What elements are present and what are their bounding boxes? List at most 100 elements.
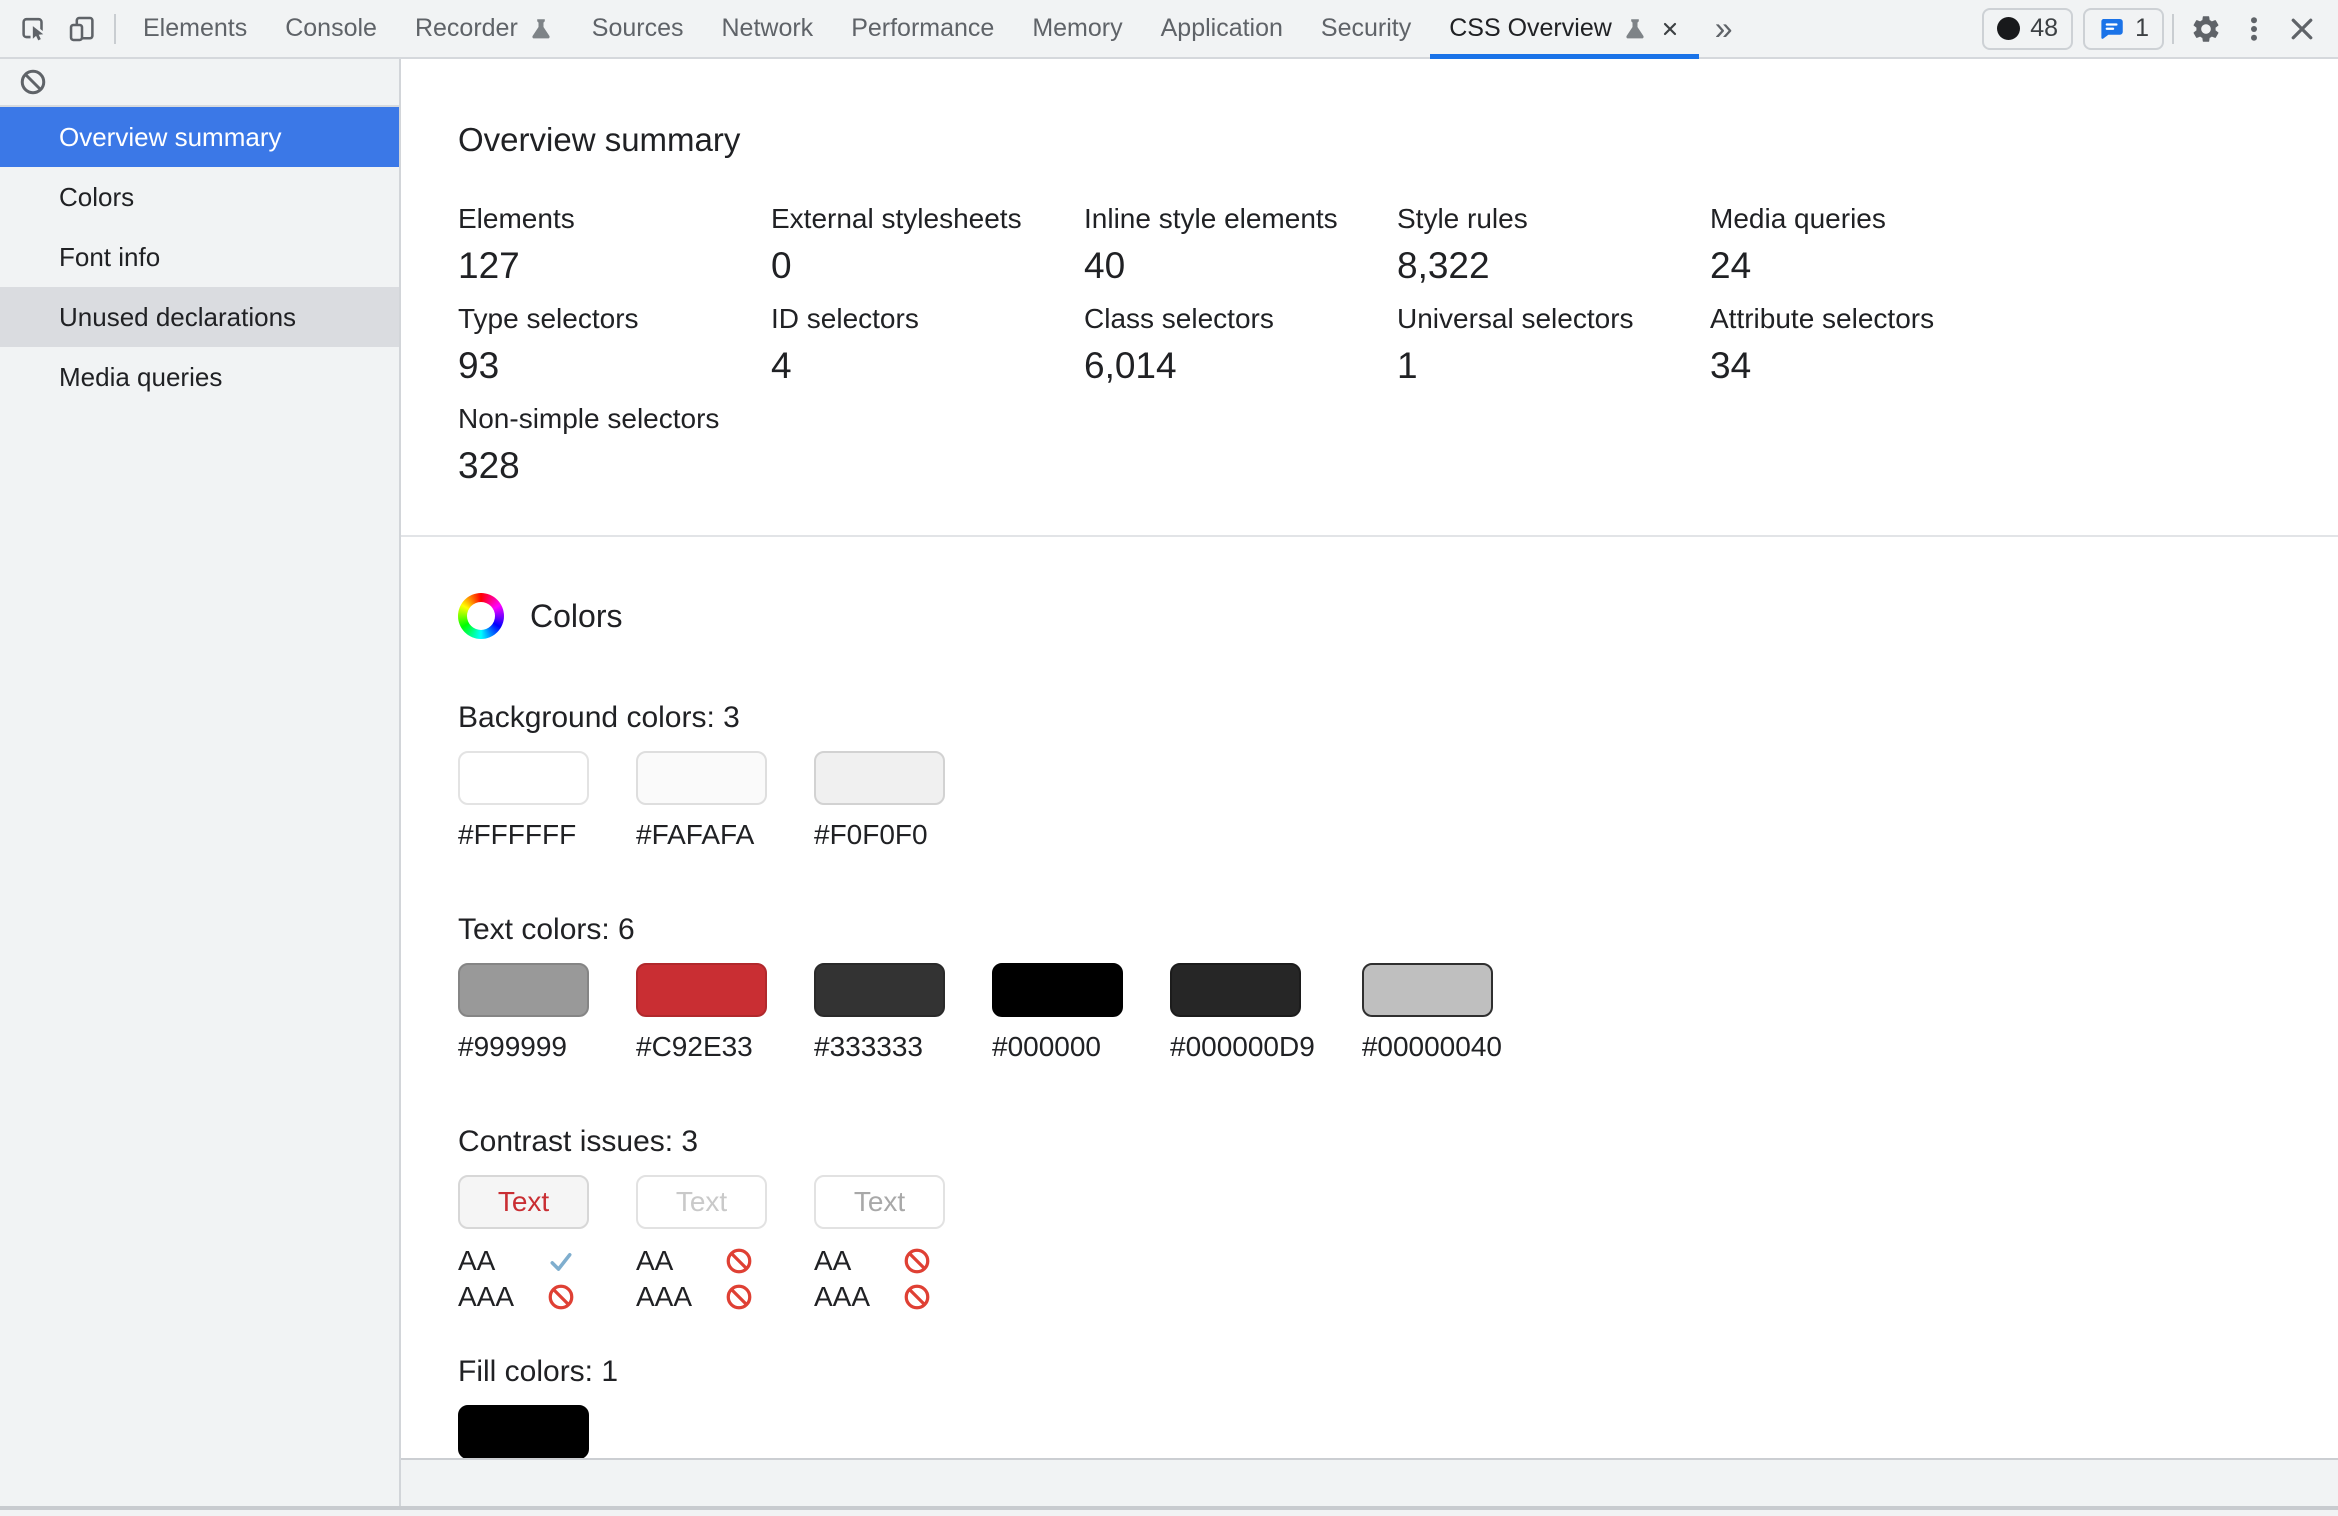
- sidebar-item-unused-declarations[interactable]: Unused declarations: [0, 287, 399, 347]
- tab-application[interactable]: Application: [1142, 0, 1302, 57]
- color-swatch-item: #333333: [814, 963, 945, 1063]
- toolbar-separator: [114, 14, 116, 44]
- close-devtools-button[interactable]: [2278, 14, 2326, 44]
- section-divider: [401, 535, 2338, 537]
- sidebar-item-colors[interactable]: Colors: [0, 167, 399, 227]
- tab-label: Performance: [851, 14, 994, 43]
- more-tabs-button[interactable]: »: [1699, 0, 1749, 57]
- tab-css-overview[interactable]: CSS Overview: [1430, 0, 1699, 57]
- contrast-sample[interactable]: Text: [458, 1175, 589, 1229]
- experiment-flask-icon: [528, 16, 554, 42]
- sidebar-item-label: Media queries: [59, 362, 222, 393]
- error-count: 48: [2030, 14, 2058, 43]
- stat-non-simple-selectors: Non-simple selectors328: [458, 403, 771, 487]
- contrast-ratings: AA AAA: [458, 1243, 589, 1315]
- tab-label: CSS Overview: [1449, 14, 1612, 43]
- color-swatch[interactable]: [1362, 963, 1493, 1017]
- close-tab-button[interactable]: [1660, 19, 1680, 39]
- stat-media-queries: Media queries24: [1710, 203, 2023, 287]
- swatch-hex-label: #FAFAFA: [636, 819, 767, 851]
- tab-console[interactable]: Console: [266, 0, 396, 57]
- stat-label: Attribute selectors: [1710, 303, 2023, 335]
- css-overview-sidebar: Overview summary Colors Font info Unused…: [0, 59, 401, 1516]
- tab-recorder[interactable]: Recorder: [396, 0, 573, 57]
- devtools-toolbar: Elements Console Recorder Sources Networ…: [0, 0, 2338, 59]
- color-swatch-item: #000000D9: [1170, 963, 1315, 1063]
- aaa-label: AAA: [636, 1281, 724, 1313]
- tab-sources[interactable]: Sources: [573, 0, 703, 57]
- stat-label: Non-simple selectors: [458, 403, 771, 435]
- swatch-hex-label: #000000D9: [1170, 1031, 1315, 1063]
- contrast-issues-label: Contrast issues: 3: [458, 1125, 2338, 1159]
- stat-universal-selectors: Universal selectors1: [1397, 303, 1710, 387]
- issues-bubble-icon: [2098, 15, 2125, 42]
- tab-label: Network: [722, 14, 814, 43]
- text-colors-row: #999999 #C92E33 #333333 #000000 #000000D…: [458, 963, 2338, 1063]
- issue-count: 1: [2135, 14, 2149, 43]
- tab-network[interactable]: Network: [703, 0, 833, 57]
- sidebar-item-media-queries[interactable]: Media queries: [0, 347, 399, 407]
- color-swatch-item: #000000: [992, 963, 1123, 1063]
- stat-label: Type selectors: [458, 303, 771, 335]
- sidebar-item-font-info[interactable]: Font info: [0, 227, 399, 287]
- stat-value: 24: [1710, 245, 2023, 287]
- stat-value: 93: [458, 345, 771, 387]
- inspect-element-button[interactable]: [10, 0, 58, 57]
- stat-value: 40: [1084, 245, 1397, 287]
- tab-security[interactable]: Security: [1302, 0, 1430, 57]
- stat-label: Class selectors: [1084, 303, 1397, 335]
- color-swatch[interactable]: [458, 751, 589, 805]
- tab-memory[interactable]: Memory: [1013, 0, 1141, 57]
- chevrons-right-icon: »: [1715, 10, 1733, 47]
- tab-elements[interactable]: Elements: [124, 0, 266, 57]
- fill-colors-label: Fill colors: 1: [458, 1355, 2338, 1389]
- text-colors-label: Text colors: 6: [458, 913, 2338, 947]
- clear-overview-button[interactable]: [18, 67, 48, 97]
- colors-section-title: Colors: [530, 598, 622, 635]
- sidebar-item-label: Colors: [59, 182, 134, 213]
- color-swatch[interactable]: [636, 963, 767, 1017]
- color-swatch[interactable]: [636, 751, 767, 805]
- aa-label: AA: [636, 1245, 724, 1277]
- contrast-issue-item: Text AA AAA: [814, 1175, 945, 1315]
- menu-button[interactable]: [2230, 14, 2278, 44]
- tab-label: Recorder: [415, 14, 518, 43]
- stat-label: Universal selectors: [1397, 303, 1710, 335]
- colors-section-header: Colors: [458, 593, 2338, 639]
- device-toolbar-icon: [67, 14, 97, 44]
- aa-pass-check-icon: [546, 1246, 576, 1276]
- swatch-hex-label: #FFFFFF: [458, 819, 589, 851]
- contrast-sample[interactable]: Text: [814, 1175, 945, 1229]
- stat-style-rules: Style rules8,322: [1397, 203, 1710, 287]
- aa-fail-block-icon: [724, 1246, 754, 1276]
- console-errors-badge[interactable]: 48: [1982, 8, 2073, 50]
- sidebar-item-overview-summary[interactable]: Overview summary: [0, 107, 399, 167]
- color-swatch-item: [458, 1405, 589, 1459]
- issues-badge[interactable]: 1: [2083, 8, 2164, 50]
- fill-colors-row: [458, 1405, 2338, 1459]
- stat-value: 34: [1710, 345, 2023, 387]
- stat-external-stylesheets: External stylesheets0: [771, 203, 1084, 287]
- color-swatch[interactable]: [992, 963, 1123, 1017]
- toolbar-separator: [2172, 14, 2174, 44]
- stat-value: 4: [771, 345, 1084, 387]
- contrast-sample[interactable]: Text: [636, 1175, 767, 1229]
- stat-label: External stylesheets: [771, 203, 1084, 235]
- settings-button[interactable]: [2182, 13, 2230, 45]
- contrast-ratings: AA AAA: [636, 1243, 767, 1315]
- aaa-label: AAA: [458, 1281, 546, 1313]
- contrast-issues-row: Text AA AAA Text AA: [458, 1175, 2338, 1315]
- color-swatch[interactable]: [814, 963, 945, 1017]
- color-swatch[interactable]: [1170, 963, 1301, 1017]
- tab-performance[interactable]: Performance: [832, 0, 1013, 57]
- devtools-body: Overview summary Colors Font info Unused…: [0, 59, 2338, 1516]
- color-swatch[interactable]: [458, 963, 589, 1017]
- aaa-fail-block-icon: [546, 1282, 576, 1312]
- color-swatch[interactable]: [458, 1405, 589, 1459]
- tab-label: Sources: [592, 14, 684, 43]
- toggle-device-toolbar-button[interactable]: [58, 0, 106, 57]
- color-swatch[interactable]: [814, 751, 945, 805]
- block-icon: [18, 67, 48, 97]
- swatch-hex-label: #C92E33: [636, 1031, 767, 1063]
- css-overview-main-panel: Overview summary Elements127 External st…: [401, 59, 2338, 1516]
